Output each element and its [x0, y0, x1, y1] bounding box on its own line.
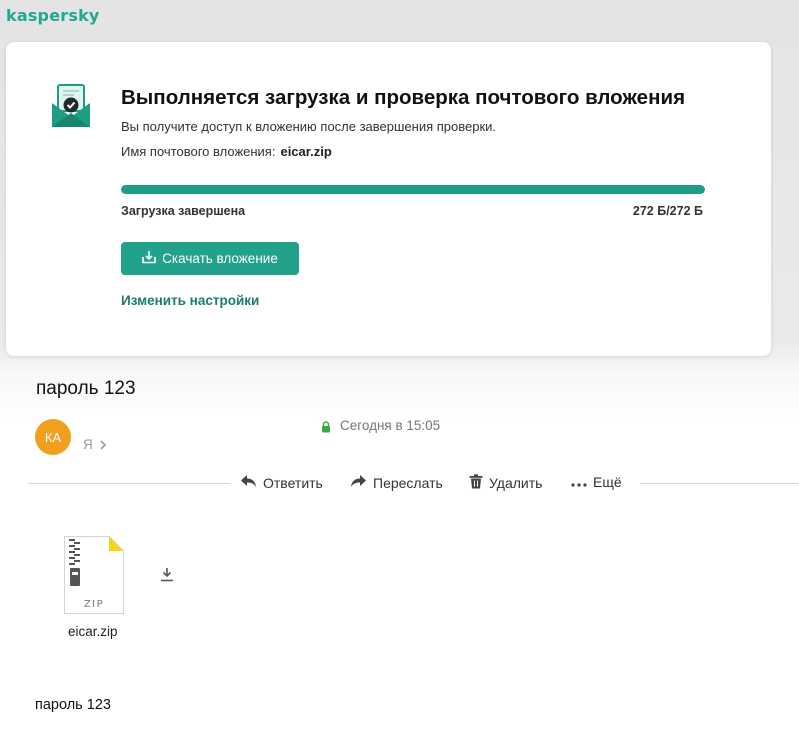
- kaspersky-logo: kaspersky: [6, 6, 100, 25]
- forward-icon: [350, 474, 367, 491]
- delete-label: Удалить: [489, 475, 543, 491]
- email-date: Сегодня в 15:05: [340, 418, 441, 433]
- reply-icon: [240, 474, 257, 491]
- download-size: 272 Б/272 Б: [632, 204, 703, 218]
- more-label: Ещё: [593, 474, 622, 490]
- download-icon[interactable]: [160, 567, 174, 587]
- forward-button[interactable]: Переслать: [350, 474, 443, 491]
- forward-label: Переслать: [373, 474, 443, 491]
- mail-check-icon: [51, 84, 91, 133]
- delete-button[interactable]: Удалить: [469, 474, 542, 492]
- scan-title: Выполняется загрузка и проверка почтовог…: [121, 86, 686, 109]
- download-progress-fill: [121, 185, 705, 194]
- trash-icon: [469, 474, 483, 492]
- attachment-name-value: eicar.zip: [280, 144, 332, 159]
- email-body: пароль 123: [35, 697, 111, 713]
- lock-icon: [321, 420, 331, 438]
- attachment-name-label: Имя почтового вложения:: [121, 144, 276, 159]
- more-dots-icon: [571, 474, 587, 490]
- email-subject: пароль 123: [36, 378, 136, 399]
- chevron-right-icon[interactable]: [99, 438, 107, 456]
- attachment-file-name[interactable]: eicar.zip: [68, 624, 118, 639]
- attachment-name-row: Имя почтового вложения: eicar.zip: [121, 144, 332, 159]
- download-progress-bar: [121, 185, 705, 194]
- recipient[interactable]: Я: [83, 437, 93, 452]
- zip-type-label: ZIP: [84, 599, 104, 610]
- kaspersky-scan-panel: Выполняется загрузка и проверка почтовог…: [6, 42, 771, 356]
- toolbar-divider-right: [640, 483, 799, 484]
- more-button[interactable]: Ещё: [571, 474, 622, 490]
- download-attachment-label: Скачать вложение: [162, 251, 278, 266]
- download-attachment-button[interactable]: Скачать вложение: [121, 242, 299, 275]
- change-settings-link[interactable]: Изменить настройки: [121, 293, 259, 308]
- download-status: Загрузка завершена: [121, 204, 246, 218]
- toolbar-divider-left: [28, 483, 230, 484]
- reply-label: Ответить: [263, 474, 323, 491]
- sender-name-redacted: [80, 414, 315, 432]
- scan-subtitle: Вы получите доступ к вложению после заве…: [121, 119, 497, 134]
- sender-avatar[interactable]: КА: [35, 419, 71, 455]
- download-tray-icon: [142, 250, 156, 267]
- zip-file-icon[interactable]: ZIP: [64, 536, 124, 619]
- reply-button[interactable]: Ответить: [240, 474, 323, 491]
